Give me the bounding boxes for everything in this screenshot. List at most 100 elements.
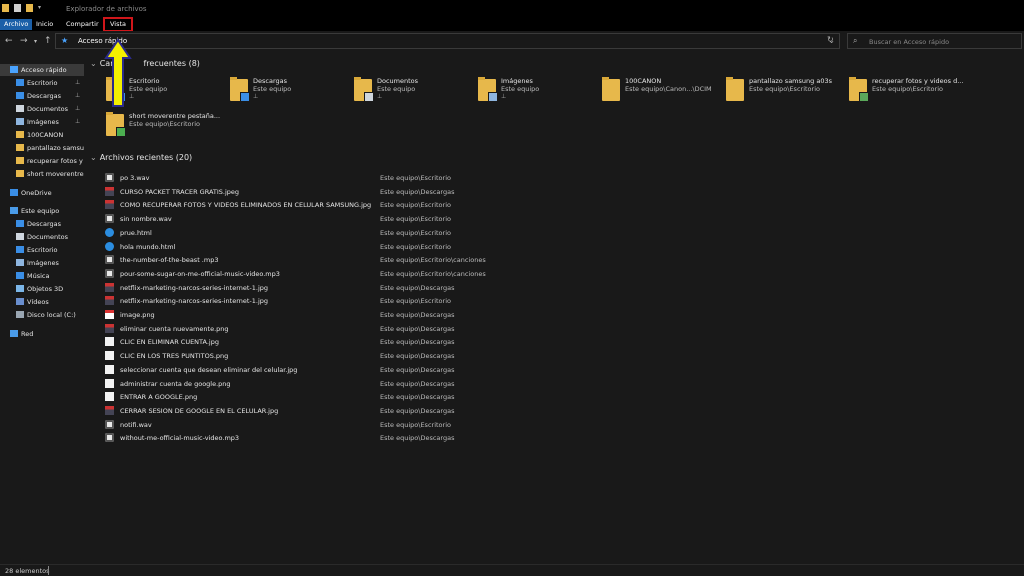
sidebar-item-documentos[interactable]: Documentos — [0, 231, 84, 243]
new-folder-icon[interactable] — [26, 4, 33, 12]
refresh-icon[interactable]: ↻ — [827, 35, 834, 44]
sidebar-item-onedrive[interactable]: OneDrive — [0, 187, 84, 199]
file-name: po 3.wav — [120, 174, 150, 182]
frequent-folder-tile[interactable]: short moverentre pestaña... Este equipo\E… — [106, 112, 226, 142]
sidebar-item-imágenes[interactable]: Imágenes ⊥ — [0, 116, 84, 128]
recent-file-row[interactable]: COMO RECUPERAR FOTOS Y VIDEOS ELIMINADOS… — [100, 198, 800, 211]
folder-name: Descargas — [253, 77, 288, 85]
file-path: Este equipo\Descargas — [380, 324, 455, 333]
sidebar-item-label: Imágenes — [27, 118, 59, 126]
sidebar-item-disco-local-c-[interactable]: Disco local (C:) — [0, 309, 84, 321]
pictures-icon — [16, 118, 24, 125]
sidebar-item-objetos-3d[interactable]: Objetos 3D — [0, 283, 84, 295]
sidebar-item-label: Vídeos — [27, 298, 49, 306]
recent-files-heading[interactable]: ⌄ Archivos recientes (20) — [90, 153, 192, 162]
file-name: without-me-official-music-video.mp3 — [120, 434, 240, 443]
chevron-down-icon: ⌄ — [90, 59, 97, 68]
recent-file-row[interactable]: hola mundo.html Este equipo\Escritorio — [100, 240, 800, 253]
sidebar-item-música[interactable]: Música — [0, 270, 84, 282]
chevron-down-icon[interactable]: ▾ — [38, 4, 44, 12]
recent-file-row[interactable]: seleccionar cuenta que desean eliminar d… — [100, 363, 800, 376]
file-name: netflix-marketing-narcos-series-internet… — [120, 297, 269, 306]
blank-file-icon — [105, 378, 114, 388]
folder-name: Imágenes — [501, 77, 533, 85]
frequent-folder-tile[interactable]: pantallazo samsung a03s Este equipo\Escri… — [726, 77, 846, 107]
recent-file-row[interactable]: pour-some-sugar-on-me-official-music-vid… — [100, 267, 800, 280]
tab-compartir[interactable]: Compartir — [66, 19, 99, 30]
image-file-icon — [105, 186, 114, 196]
file-path: Este equipo\Descargas — [380, 365, 455, 374]
recent-file-row[interactable]: notifi.wav Este equipo\Escritorio — [100, 418, 800, 431]
sidebar-item-recuperar-fotos-y-vi[interactable]: recuperar fotos y vi — [0, 155, 84, 167]
sidebar-item-label: Este equipo — [21, 207, 60, 215]
edge-file-icon — [105, 241, 114, 251]
sidebar-item-documentos[interactable]: Documentos ⊥ — [0, 103, 84, 115]
folder-icon — [849, 77, 869, 102]
folder-location: Este equipo — [501, 85, 540, 93]
folder-location: Este equipo — [129, 85, 168, 93]
tab-archivo[interactable]: Archivo — [0, 19, 33, 30]
folder-icon — [478, 77, 498, 102]
frequent-folder-tile[interactable]: Documentos Este equipo ⊥ — [354, 77, 474, 107]
recent-file-row[interactable]: CLIC EN ELIMINAR CUENTA.jpg Este equipo\D… — [100, 335, 800, 348]
sidebar-item-100canon[interactable]: 100CANON — [0, 129, 84, 141]
chevron-down-icon: ⌄ — [90, 153, 97, 162]
sidebar-item-label: recuperar fotos y vi — [27, 157, 84, 165]
folder-icon — [2, 4, 9, 12]
frequent-folder-tile[interactable]: recuperar fotos y videos d... Este equipo… — [849, 77, 969, 107]
tab-inicio[interactable]: Inicio — [36, 19, 53, 30]
sidebar-item-este-equipo[interactable]: Este equipo — [0, 205, 84, 217]
recent-file-row[interactable]: without-me-official-music-video.mp3 Este … — [100, 431, 800, 444]
recent-file-row[interactable]: the-number-of-the-beast .mp3 Este equipo\… — [100, 253, 800, 266]
recent-file-row[interactable]: image.png Este equipo\Descargas — [100, 308, 800, 321]
recent-file-row[interactable]: sin nombre.wav Este equipo\Escritorio — [100, 212, 800, 225]
file-name: sin nombre.wav — [120, 215, 172, 224]
recent-file-row[interactable]: netflix-marketing-narcos-series-internet… — [100, 281, 800, 294]
pin-icon: ⊥ — [75, 92, 81, 99]
sidebar-item-acceso-rápido[interactable]: Acceso rápido — [0, 64, 84, 76]
sidebar-item-label: Documentos — [27, 105, 69, 113]
sidebar-item-short-moverentre-p[interactable]: short moverentre p — [0, 168, 84, 180]
recent-file-row[interactable]: CURSO PACKET TRACER GRATIS.jpeg Este equi… — [100, 185, 800, 198]
sidebar-item-descargas[interactable]: Descargas — [0, 218, 84, 230]
up-arrow-icon[interactable]: ↑ — [44, 36, 52, 46]
tab-vista[interactable]: Vista — [102, 17, 134, 32]
folder-icon — [602, 77, 620, 101]
recent-file-row[interactable]: CERRAR SESION DE GOOGLE EN EL CELULAR.jp… — [100, 404, 800, 417]
recent-locations-chevron-icon[interactable]: ▾ — [34, 38, 37, 45]
pin-icon: ⊥ — [253, 93, 259, 100]
audio-file-icon — [105, 255, 114, 265]
sidebar-item-red[interactable]: Red — [0, 328, 84, 340]
frequent-folder-tile[interactable]: Imágenes Este equipo ⊥ — [478, 77, 598, 107]
sidebar-item-vídeos[interactable]: Vídeos — [0, 296, 84, 308]
forward-arrow-icon[interactable]: → — [20, 36, 28, 46]
back-arrow-icon[interactable]: ← — [5, 36, 13, 46]
recent-file-row[interactable]: CLIC EN LOS TRES PUNTITOS.png Este equipo… — [100, 349, 800, 362]
file-name: seleccionar cuenta que desean eliminar d… — [120, 365, 298, 374]
file-path: Este equipo\Escritorio — [380, 297, 451, 306]
sidebar-item-escritorio[interactable]: Escritorio ⊥ — [0, 77, 84, 89]
frequent-folder-tile[interactable]: Descargas Este equipo ⊥ — [230, 77, 350, 107]
sidebar-item-pantallazo-samsung[interactable]: pantallazo samsung — [0, 142, 84, 154]
file-path: Este equipo\Descargas — [380, 283, 455, 292]
image-file-icon — [105, 200, 114, 210]
properties-icon[interactable] — [14, 4, 21, 12]
pin-icon: ⊥ — [501, 93, 507, 100]
sidebar-item-imágenes[interactable]: Imágenes — [0, 257, 84, 269]
folder-name: recuperar fotos y videos d... — [872, 77, 964, 85]
recent-file-row[interactable]: prue.html Este equipo\Escritorio — [100, 226, 800, 239]
frequent-folder-tile[interactable]: 100CANON Este equipo\Canon...\DCIM — [602, 77, 722, 107]
recent-file-row[interactable]: netflix-marketing-narcos-series-internet… — [100, 294, 800, 307]
address-bar[interactable]: ★ Acceso rápido ⌄ — [55, 33, 840, 49]
window-title: Explorador de archivos — [66, 5, 147, 13]
recent-file-row[interactable]: eliminar cuenta nuevamente.png Este equip… — [100, 322, 800, 335]
sidebar-item-escritorio[interactable]: Escritorio — [0, 244, 84, 256]
sidebar-item-descargas[interactable]: Descargas ⊥ — [0, 90, 84, 102]
recent-file-row[interactable]: po 3.wav Este equipo\Escritorio — [100, 171, 800, 184]
image-file-icon — [105, 323, 114, 333]
sidebar-item-label: Escritorio — [27, 246, 58, 254]
recent-file-row[interactable]: ENTRAR A GOOGLE.png Este equipo\Descargas — [100, 390, 800, 403]
file-path: Este equipo\Escritorio — [380, 228, 451, 237]
recent-file-row[interactable]: administrar cuenta de google.png Este equ… — [100, 377, 800, 390]
search-box[interactable]: ⌕ Buscar en Acceso rápido — [847, 33, 1022, 49]
